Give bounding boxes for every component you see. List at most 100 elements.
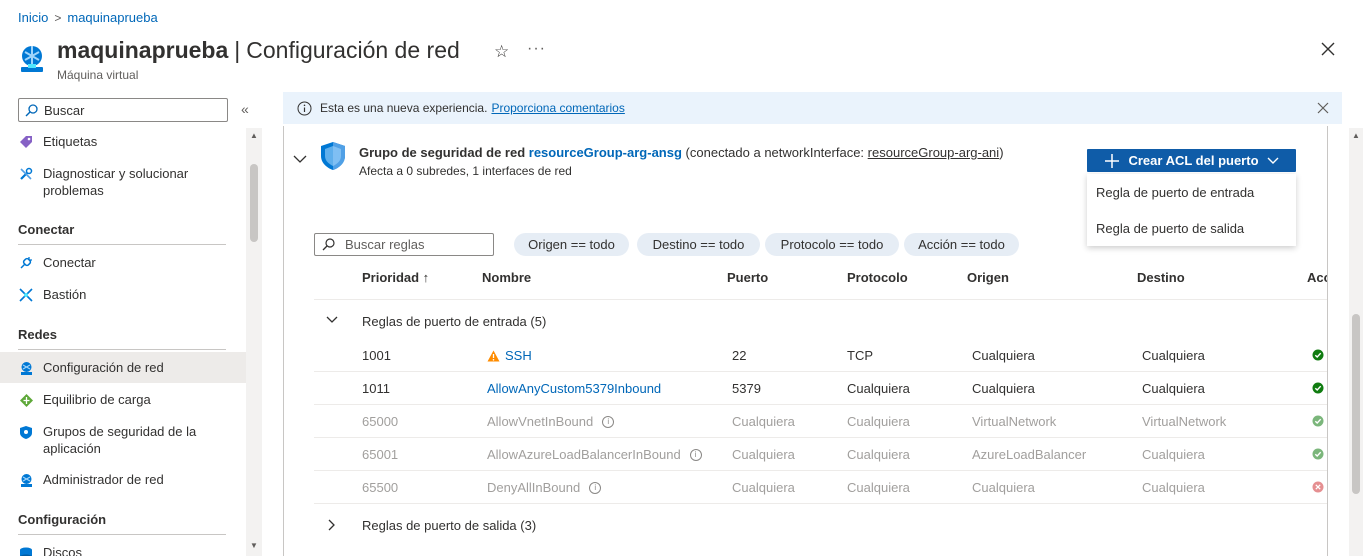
- nsg-affects-text: Afecta a 0 subredes, 1 interfaces de red: [359, 164, 572, 178]
- cell-name[interactable]: SSH: [487, 348, 532, 363]
- filter-pill-protocolo[interactable]: Protocolo == todo: [765, 233, 899, 256]
- inbound-group-header[interactable]: Reglas de puerto de entrada (5): [314, 314, 614, 332]
- info-icon: [297, 101, 312, 115]
- more-options-button[interactable]: ···: [527, 40, 546, 58]
- info-icon[interactable]: i: [689, 448, 702, 461]
- sidebar-item-equilibrio-de-carga[interactable]: Equilibrio de carga: [0, 392, 246, 408]
- close-icon[interactable]: [1318, 39, 1338, 59]
- cell-protocol: Cualquiera: [847, 447, 910, 462]
- nsg-connected-suffix: ): [999, 145, 1004, 160]
- collapse-sidebar-button[interactable]: «: [241, 101, 249, 117]
- tag-icon: [18, 134, 34, 150]
- sidebar-item-label: Equilibrio de carga: [43, 392, 151, 407]
- feedback-link[interactable]: Proporciona comentarios: [491, 101, 624, 115]
- chevron-down-icon: [326, 316, 338, 323]
- cell-name[interactable]: AllowAnyCustom5379Inbound: [487, 381, 661, 396]
- inbound-group-label: Reglas de puerto de entrada (5): [362, 314, 547, 329]
- column-header-priority[interactable]: Prioridad ↑: [362, 270, 429, 285]
- scrollbar-thumb[interactable]: [1352, 314, 1360, 494]
- cell-destination: Cualquiera: [1142, 447, 1205, 462]
- cell-priority: 65000: [362, 414, 398, 429]
- network-interface-link[interactable]: resourceGroup-arg-ani: [868, 145, 1000, 160]
- cell-port: Cualquiera: [732, 414, 795, 429]
- create-acl-button[interactable]: Crear ACL del puerto: [1087, 149, 1296, 172]
- column-header-source[interactable]: Origen: [967, 270, 1009, 285]
- sidebar-item-administrador-de-red[interactable]: Administrador de red: [0, 472, 246, 488]
- load-balancer-icon: [18, 392, 34, 408]
- filter-pill-accion[interactable]: Acción == todo: [904, 233, 1019, 256]
- sidebar-search-input[interactable]: Buscar: [18, 98, 228, 122]
- sidebar-item-configuracion-de-red[interactable]: Configuración de red: [0, 352, 246, 383]
- table-row[interactable]: 65000 AllowVnetInBound i Cualquiera Cualquie…: [314, 405, 1327, 438]
- cell-port-text: Cualquiera: [732, 480, 795, 495]
- column-header-port[interactable]: Puerto: [727, 270, 768, 285]
- scroll-up-icon[interactable]: ▲: [250, 131, 258, 140]
- column-header-name[interactable]: Nombre: [482, 270, 531, 285]
- sidebar-item-label: Administrador de red: [43, 472, 164, 487]
- section-redes: Redes: [18, 327, 58, 342]
- cell-name-text: SSH: [505, 348, 532, 363]
- create-acl-label: Crear ACL del puerto: [1128, 153, 1259, 168]
- cell-protocol-text: Cualquiera: [847, 447, 910, 462]
- cell-priority-text: 1001: [362, 348, 391, 363]
- cell-protocol-text: TCP: [847, 348, 873, 363]
- sidebar-item-etiquetas[interactable]: Etiquetas: [0, 134, 246, 150]
- sidebar-item-grupos-de-seguridad[interactable]: Grupos de seguridad de la aplicación: [0, 423, 246, 457]
- nsg-name-link[interactable]: resourceGroup-arg-ansg: [529, 145, 682, 160]
- favorite-star-icon[interactable]: ☆: [494, 42, 509, 62]
- sidebar-item-discos[interactable]: Discos: [0, 545, 246, 556]
- scroll-up-icon[interactable]: ▲: [1352, 131, 1360, 140]
- menu-item-outbound-rule[interactable]: Regla de puerto de salida: [1096, 221, 1244, 236]
- bastion-icon: [18, 287, 34, 303]
- warning-icon: [487, 350, 500, 361]
- sidebar-item-conectar[interactable]: Conectar: [0, 255, 246, 271]
- chevron-down-icon[interactable]: [293, 154, 307, 164]
- cell-destination: VirtualNetwork: [1142, 414, 1226, 429]
- cell-protocol-text: Cualquiera: [847, 381, 910, 396]
- cell-priority: 1011: [362, 381, 390, 396]
- main-scrollbar[interactable]: ▲: [1349, 128, 1363, 556]
- column-header-destination[interactable]: Destino: [1137, 270, 1185, 285]
- filter-pill-destino[interactable]: Destino == todo: [637, 233, 760, 256]
- network-icon: [18, 360, 34, 376]
- shield-icon: [18, 424, 34, 440]
- scroll-down-icon[interactable]: ▼: [250, 541, 258, 550]
- allow-icon: [1312, 448, 1324, 460]
- table-row[interactable]: 1001 SSH 22 TCP Cualquiera Cualquiera: [314, 339, 1327, 372]
- disk-icon: [18, 545, 34, 556]
- search-icon: [322, 238, 335, 251]
- network-manager-icon: [18, 472, 34, 488]
- cell-source: Cualquiera: [972, 348, 1035, 363]
- outbound-group-label: Reglas de puerto de salida (3): [362, 518, 537, 533]
- cell-name[interactable]: AllowVnetInBound i: [487, 414, 615, 429]
- filter-pill-origen[interactable]: Origen == todo: [514, 233, 629, 256]
- info-icon[interactable]: i: [589, 481, 602, 494]
- page-title: maquinaprueba | Configuración de red: [57, 37, 460, 64]
- resource-name: maquinaprueba: [57, 37, 229, 63]
- cell-destination-text: Cualquiera: [1142, 447, 1205, 462]
- cell-protocol: TCP: [847, 348, 873, 363]
- network-security-group-icon: [321, 142, 345, 170]
- breadcrumb-home-link[interactable]: Inicio: [18, 10, 48, 25]
- sidebar-scrollbar[interactable]: ▲ ▼: [246, 128, 262, 556]
- close-icon[interactable]: [1316, 101, 1330, 115]
- cell-name[interactable]: AllowAzureLoadBalancerInBound i: [487, 447, 702, 462]
- info-icon[interactable]: i: [602, 415, 615, 428]
- sidebar-item-diagnosticar[interactable]: Diagnosticar y solucionar problemas: [0, 165, 246, 199]
- cell-name[interactable]: DenyAllInBound i: [487, 480, 602, 495]
- column-header-protocol[interactable]: Protocolo: [847, 270, 908, 285]
- outbound-group-header[interactable]: Reglas de puerto de salida (3): [314, 518, 614, 536]
- table-row[interactable]: 65001 AllowAzureLoadBalancerInBound i Cualq…: [314, 438, 1327, 471]
- rules-search-input[interactable]: Buscar reglas: [314, 233, 494, 256]
- scrollbar-thumb[interactable]: [250, 164, 258, 242]
- sidebar-item-bastion[interactable]: Bastión: [0, 287, 246, 303]
- menu-item-inbound-rule[interactable]: Regla de puerto de entrada: [1096, 185, 1254, 200]
- cell-source-text: Cualquiera: [972, 480, 1035, 495]
- table-row[interactable]: 65500 DenyAllInBound i Cualquiera Cualquiera…: [314, 471, 1327, 504]
- divider: [18, 244, 226, 245]
- column-header-action[interactable]: Acc: [1307, 270, 1327, 285]
- cell-port-text: 22: [732, 348, 747, 363]
- breadcrumb-current-link[interactable]: maquinaprueba: [67, 10, 157, 25]
- table-row[interactable]: 1011 AllowAnyCustom5379Inbound 5379 Cualqui…: [314, 372, 1327, 405]
- chevron-down-icon: [1267, 157, 1279, 164]
